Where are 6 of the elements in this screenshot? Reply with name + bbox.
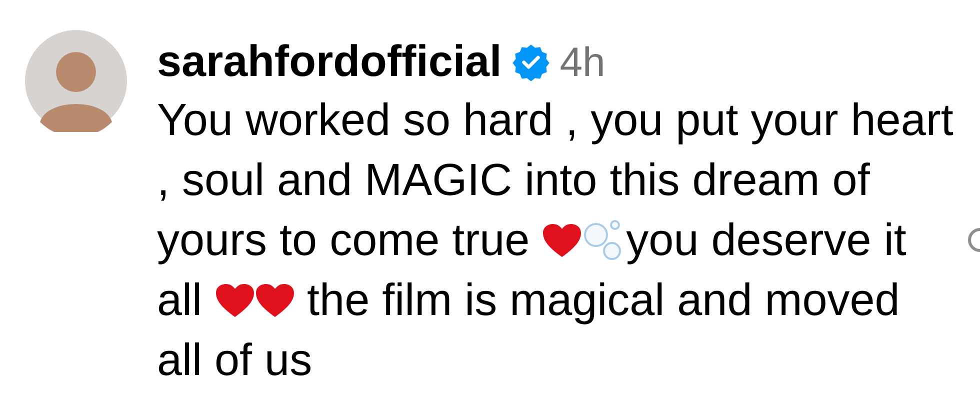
heart-icon (254, 283, 295, 319)
username[interactable]: sarahfordofficial (157, 40, 502, 84)
heart-icon (214, 283, 255, 319)
heart-icon (542, 223, 582, 259)
timestamp: 4h (560, 42, 606, 82)
comment-text: You worked so hard , you put your heart , soul and MAGIC into this dream of yours to come true you deserve it all the film is magical and moved all of us (157, 93, 954, 387)
